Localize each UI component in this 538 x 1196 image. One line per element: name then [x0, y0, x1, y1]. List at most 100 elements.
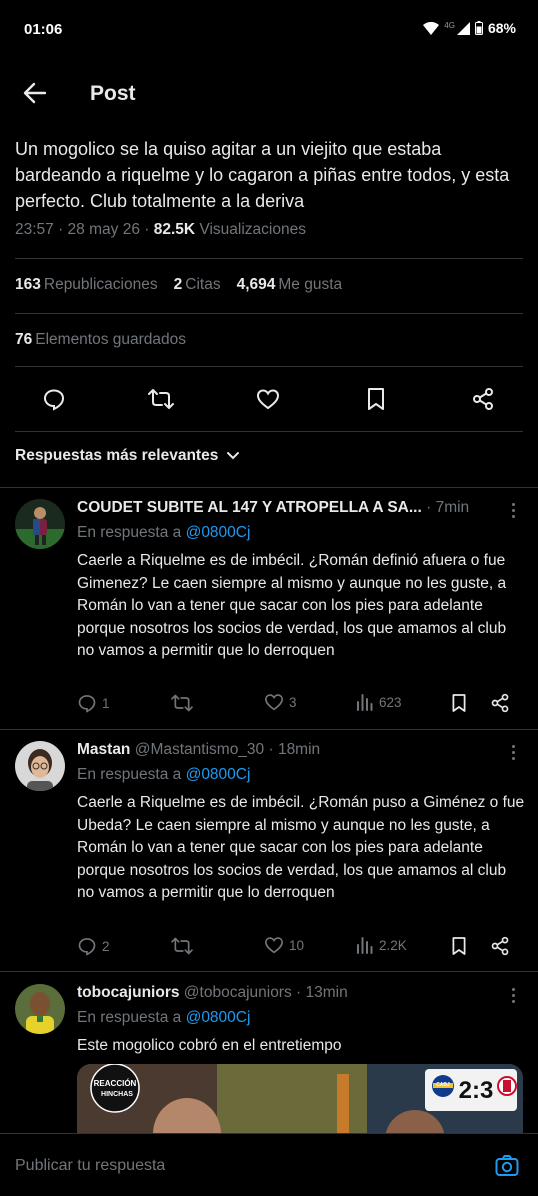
reposts-stat[interactable]: 163 Republicaciones — [15, 276, 158, 294]
reply-context: En respuesta a @0800Cj — [77, 766, 251, 783]
repost-icon — [148, 389, 174, 409]
more-options-icon[interactable] — [512, 503, 516, 521]
divider — [15, 258, 523, 259]
reply-header: tobocajuniors @tobocajuniors · 13min — [77, 984, 497, 1002]
more-options-icon[interactable] — [512, 988, 516, 1006]
bookmark-button[interactable] — [451, 693, 467, 713]
share-icon — [491, 693, 509, 713]
avatar[interactable] — [15, 499, 65, 549]
reply-author-handle[interactable]: @tobocajuniors — [179, 984, 292, 1001]
reply-text: Este mogolico cobró en el entretiempo — [77, 1037, 342, 1054]
reply-text: Caerle a Riquelme es de imbécil. ¿Román … — [77, 794, 525, 901]
share-icon — [473, 388, 493, 410]
reply-time: · 7min — [421, 499, 470, 516]
like-count: 10 — [289, 937, 305, 953]
repost-icon — [171, 937, 193, 955]
divider — [0, 487, 538, 488]
network-label: 4G — [444, 20, 455, 30]
share-button[interactable] — [490, 693, 510, 713]
likes-stat[interactable]: 4,694 Me gusta — [237, 276, 343, 294]
status-bar: 01:06 4G 68% — [0, 0, 538, 62]
heart-icon — [264, 694, 284, 711]
reply-composer: Publicar tu respuesta — [0, 1133, 538, 1196]
post-views-count: 82.5K — [153, 221, 196, 238]
signal-icon — [456, 21, 470, 35]
reply-context: En respuesta a @0800Cj — [77, 524, 251, 541]
mention-link[interactable]: @0800Cj — [186, 766, 251, 783]
avatar[interactable] — [15, 984, 65, 1034]
views-button[interactable]: 2.2K — [356, 936, 407, 954]
media-badge-line1: REACCIÓN — [94, 1079, 137, 1088]
chevron-down-icon — [227, 452, 240, 460]
analytics-icon — [357, 694, 373, 711]
mention-link[interactable]: @0800Cj — [186, 1009, 251, 1026]
reply-item[interactable]: Mastan @Mastantismo_30 · 18min En respue… — [0, 741, 538, 971]
post-views-label[interactable]: Visualizaciones — [195, 221, 306, 238]
bookmark-icon — [452, 937, 466, 955]
divider — [0, 729, 538, 730]
status-time: 01:06 — [24, 21, 63, 38]
reply-item[interactable]: tobocajuniors @tobocajuniors · 13min En … — [0, 984, 538, 1154]
share-button[interactable] — [490, 936, 510, 956]
camera-button[interactable] — [494, 1153, 520, 1179]
wifi-icon — [423, 21, 440, 35]
post-timestamp: 23:57 · 28 may 26 · — [15, 221, 154, 238]
mention-link[interactable]: @0800Cj — [186, 524, 251, 541]
back-button[interactable] — [18, 78, 52, 108]
like-button[interactable] — [253, 384, 283, 414]
avatar[interactable] — [15, 741, 65, 791]
reply-author-name[interactable]: tobocajuniors — [77, 984, 179, 1001]
divider — [15, 366, 523, 367]
reply-text: Caerle a Riquelme es de imbécil. ¿Román … — [77, 552, 507, 659]
reply-button[interactable]: 2 — [77, 936, 110, 956]
quotes-stat[interactable]: 2 Citas — [174, 276, 221, 294]
reply-time: · 18min — [264, 741, 321, 758]
back-arrow-icon — [23, 82, 47, 104]
repost-icon — [171, 694, 193, 712]
reply-header: Mastan @Mastantismo_30 · 18min — [77, 741, 497, 759]
reply-author-name[interactable]: Mastan — [77, 741, 130, 758]
status-icons: 4G 68% — [423, 20, 516, 36]
reply-count: 2 — [102, 938, 110, 954]
views-button[interactable]: 623 — [356, 693, 402, 711]
repost-button[interactable] — [171, 936, 198, 956]
divider — [15, 431, 523, 432]
bookmarks-stat[interactable]: 76 Elementos guardados — [15, 331, 186, 349]
post-meta: 23:57 · 28 may 26 · 82.5K Visualizacione… — [15, 221, 306, 239]
more-options-icon[interactable] — [512, 745, 516, 763]
top-app-bar: Post — [0, 66, 538, 122]
replies-sort-label: Respuestas más relevantes — [15, 447, 219, 464]
share-button[interactable] — [468, 384, 498, 414]
reply-author-handle[interactable]: @Mastantismo_30 — [130, 741, 264, 758]
repost-button[interactable] — [146, 384, 176, 414]
reply-item[interactable]: COUDET SUBITE AL 147 Y ATROPELLA A SA...… — [0, 499, 538, 729]
reply-icon — [78, 695, 96, 713]
media-badge-line2: HINCHAS — [101, 1091, 133, 1098]
bookmark-button[interactable] — [361, 384, 391, 414]
repost-button[interactable] — [171, 693, 198, 713]
heart-icon — [264, 937, 284, 954]
post-stats: 163 Republicaciones 2 Citas 4,694 Me gusta — [15, 276, 342, 294]
like-count: 3 — [289, 694, 297, 710]
camera-icon — [495, 1155, 519, 1176]
reply-actions: 1 3 623 — [77, 693, 517, 717]
post-text: Un mogolico se la quiso agitar a un viej… — [15, 139, 510, 211]
reply-button[interactable]: 1 — [77, 693, 110, 713]
page-title: Post — [90, 82, 136, 105]
reply-button[interactable] — [39, 384, 69, 414]
reply-input[interactable]: Publicar tu respuesta — [15, 1157, 165, 1175]
replies-sort-dropdown[interactable]: Respuestas más relevantes — [15, 447, 240, 465]
reply-actions: 2 10 2.2K — [77, 936, 517, 960]
like-button[interactable]: 10 — [264, 936, 304, 954]
reply-author-name[interactable]: COUDET SUBITE AL 147 Y ATROPELLA A SA... — [77, 499, 422, 516]
media-score: 2:3 — [459, 1077, 494, 1104]
heart-icon — [256, 389, 280, 410]
divider — [0, 971, 538, 972]
reply-time: · 13min — [291, 984, 348, 1001]
like-button[interactable]: 3 — [264, 693, 297, 711]
bookmark-button[interactable] — [451, 936, 467, 956]
share-icon — [491, 936, 509, 956]
post-actions — [0, 384, 538, 414]
analytics-icon — [357, 937, 373, 954]
reply-header: COUDET SUBITE AL 147 Y ATROPELLA A SA...… — [77, 499, 497, 517]
